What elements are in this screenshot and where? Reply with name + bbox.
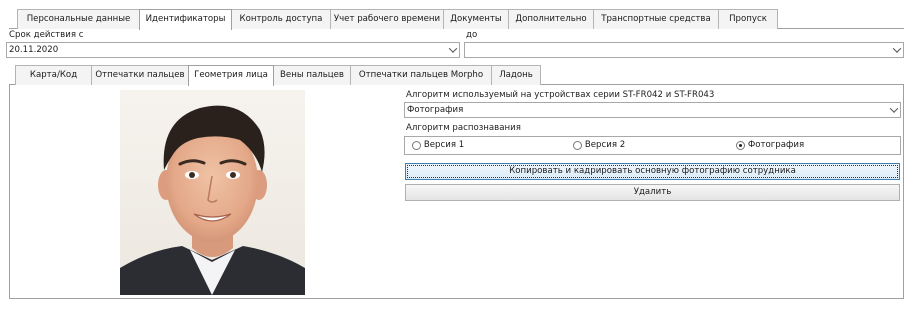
valid-to-field[interactable] <box>464 42 904 58</box>
copy-crop-photo-button[interactable]: Копировать и кадрировать основную фотогр… <box>405 163 900 180</box>
tab-face-geometry[interactable]: Геометрия лица <box>188 65 274 86</box>
radio-button-icon <box>412 140 421 150</box>
radio-button-selected-icon <box>736 140 745 150</box>
tab-documents[interactable]: Документы <box>443 9 509 29</box>
valid-from-value: 20.11.2020 <box>9 45 59 55</box>
chevron-down-icon[interactable] <box>891 43 903 57</box>
algorithm-select-value: Фотография <box>407 105 464 115</box>
tab-personal-data[interactable]: Персональные данные <box>17 9 140 29</box>
employee-photo[interactable] <box>120 90 305 295</box>
valid-from-field[interactable]: 20.11.2020 <box>6 42 460 58</box>
valid-from-label: Срок действия с <box>9 30 84 40</box>
tab-time-tracking[interactable]: Учет рабочего времени <box>330 9 444 29</box>
recognition-algorithm-label: Алгоритм распознавания <box>406 123 521 133</box>
tab-palm[interactable]: Ладонь <box>491 65 541 85</box>
tab-morpho-fingerprints[interactable]: Отпечатки пальцев Morpho <box>350 65 492 85</box>
radio-button-icon <box>573 140 582 150</box>
radio-version-1[interactable]: Версия 1 <box>412 140 464 151</box>
chevron-down-icon[interactable] <box>447 43 459 57</box>
algorithm-select[interactable]: Фотография <box>404 102 901 118</box>
tab-additional[interactable]: Дополнительно <box>508 9 594 29</box>
tab-fingerprints[interactable]: Отпечатки пальцев <box>91 65 189 85</box>
radio-photo[interactable]: Фотография <box>736 140 804 151</box>
delete-button[interactable]: Удалить <box>405 184 900 201</box>
tab-card-code[interactable]: Карта/Код <box>15 65 92 85</box>
employee-portrait-image <box>120 90 305 295</box>
tab-pass[interactable]: Пропуск <box>718 9 778 29</box>
top-tab-strip: Персональные данные Идентификаторы Контр… <box>9 9 904 30</box>
tab-access-control[interactable]: Контроль доступа <box>231 9 331 29</box>
tab-identifiers[interactable]: Идентификаторы <box>139 9 232 30</box>
radio-version-2-label: Версия 2 <box>584 140 626 150</box>
identifier-tab-strip: Карта/Код Отпечатки пальцев Геометрия ли… <box>9 65 904 86</box>
valid-to-label: до <box>466 30 478 40</box>
algorithm-label: Алгоритм используемый на устройствах сер… <box>406 90 715 100</box>
tab-finger-veins[interactable]: Вены пальцев <box>273 65 351 85</box>
recognition-radio-group <box>404 136 901 155</box>
tab-vehicles[interactable]: Транспортные средства <box>593 9 719 29</box>
radio-version-1-label: Версия 1 <box>423 140 465 150</box>
radio-version-2[interactable]: Версия 2 <box>573 140 625 151</box>
chevron-down-icon[interactable] <box>888 103 900 117</box>
radio-photo-label: Фотография <box>747 140 805 150</box>
